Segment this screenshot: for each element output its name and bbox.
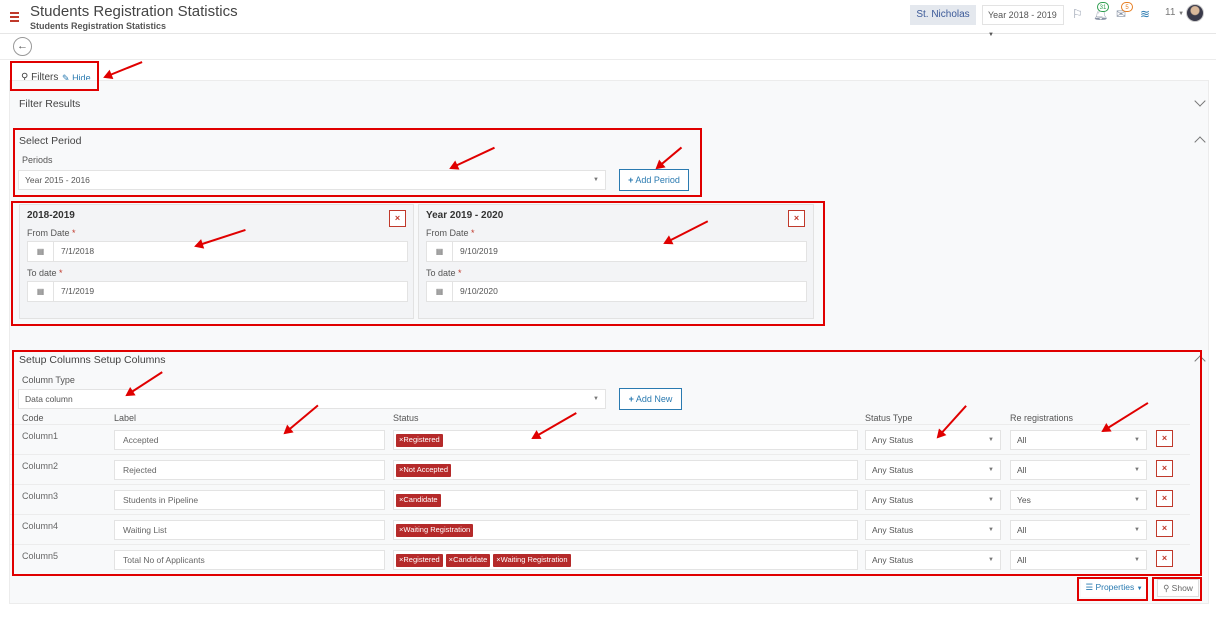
layers-icon[interactable]: ≋	[1140, 7, 1150, 21]
mail-badge: 5	[1121, 2, 1133, 12]
filter-results-title[interactable]: Filter Results	[19, 98, 80, 110]
highlight-box-properties	[1077, 577, 1148, 601]
school-selector[interactable]: St. Nicholas	[910, 5, 976, 25]
highlight-box-period-cards	[11, 201, 825, 326]
user-number-value: 11	[1165, 7, 1176, 18]
year-selector-label: Year 2018 - 2019	[988, 10, 1057, 20]
annotation-arrow	[104, 61, 143, 78]
page-subtitle: Students Registration Statistics	[30, 21, 167, 31]
avatar[interactable]	[1186, 4, 1204, 22]
year-selector[interactable]: Year 2018 - 2019 ▼	[982, 5, 1064, 38]
highlight-box-setup-columns	[12, 350, 1202, 576]
highlight-box-select-period	[13, 128, 702, 197]
highlight-box-show	[1152, 577, 1202, 601]
arrow-left-icon: ←	[17, 40, 28, 52]
hamburger-menu-icon[interactable]	[10, 12, 19, 22]
flag-icon[interactable]: ⚐	[1072, 7, 1083, 21]
highlight-box-filters	[10, 61, 99, 91]
page-title: Students Registration Statistics	[30, 3, 238, 20]
divider	[0, 59, 1216, 60]
user-number[interactable]: 11 ▼	[1165, 7, 1184, 18]
chevron-down-icon: ▼	[988, 32, 994, 38]
top-header: Students Registration Statistics Student…	[0, 0, 1216, 38]
chevron-down-icon: ▼	[1178, 11, 1185, 17]
back-button[interactable]: ←	[13, 37, 32, 56]
notification-badge: 31	[1097, 2, 1109, 12]
